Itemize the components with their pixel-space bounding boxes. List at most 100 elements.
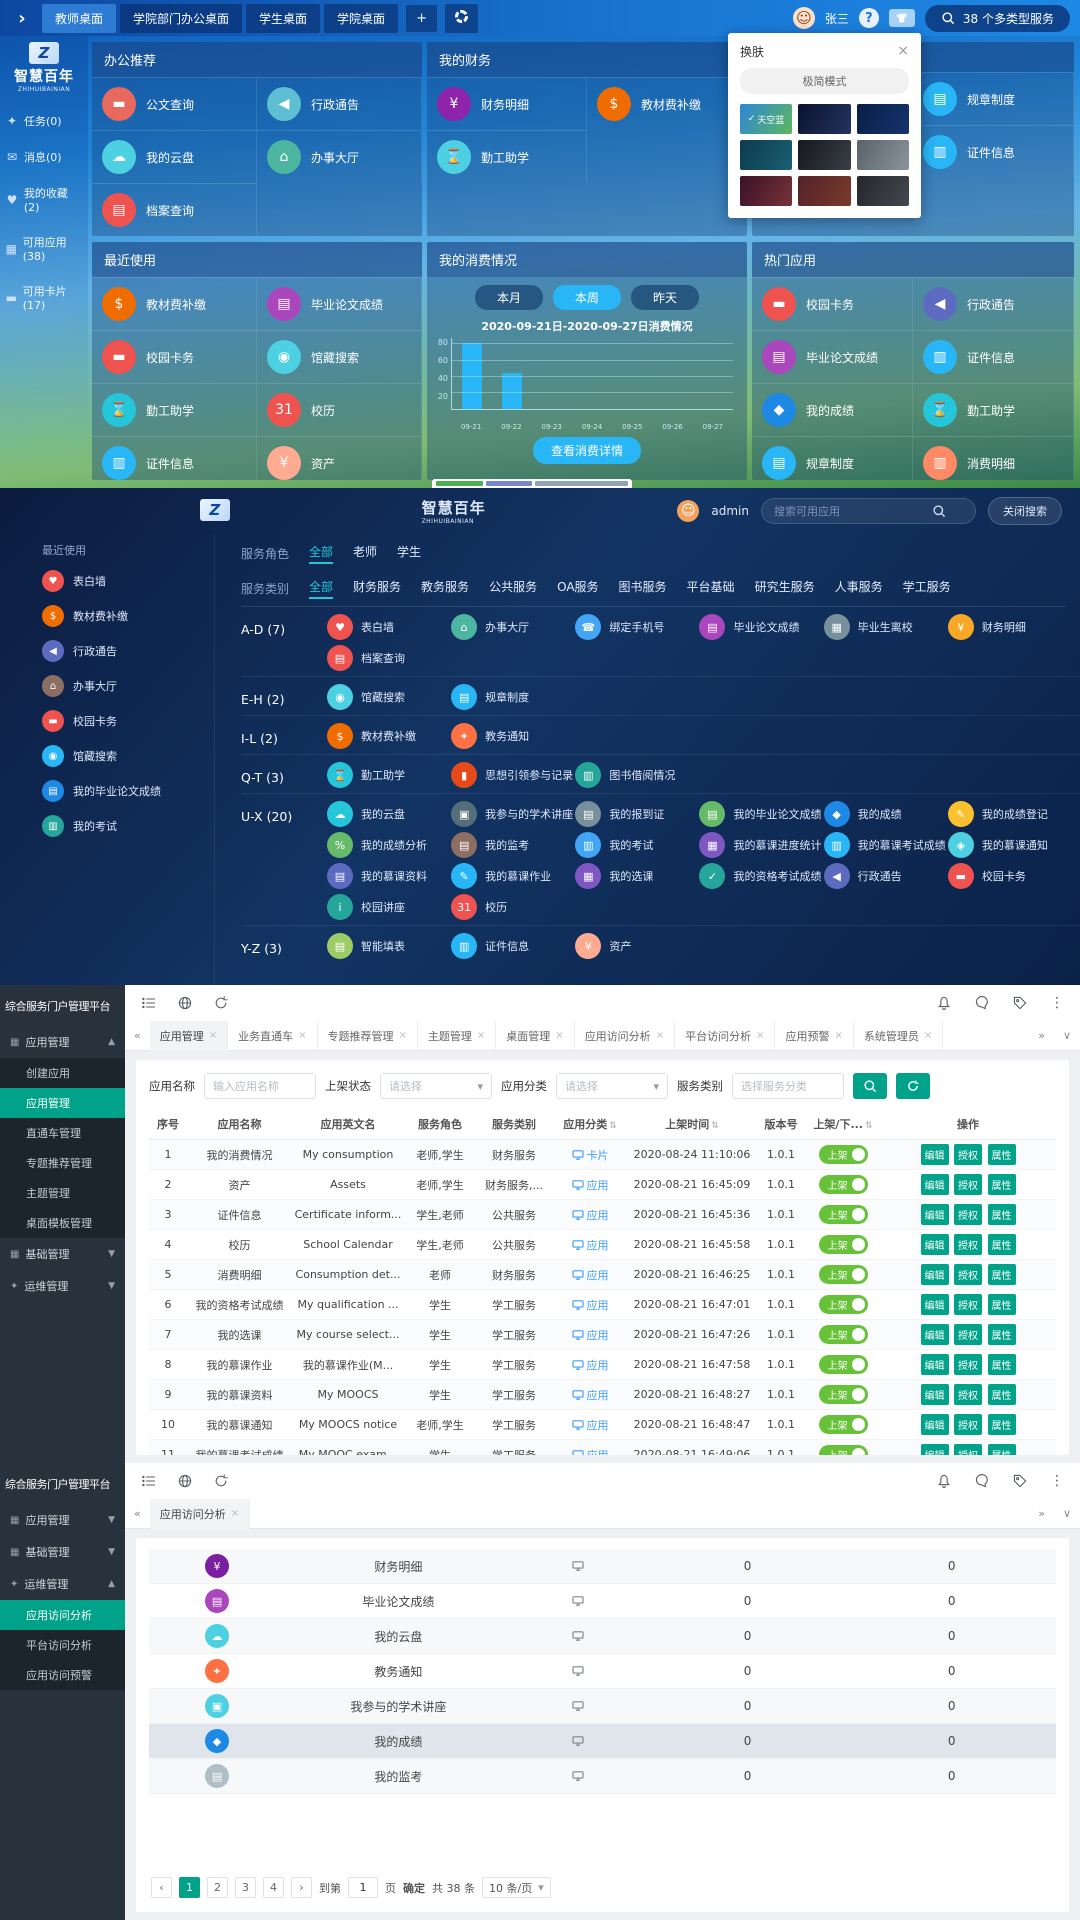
search-button[interactable] [853, 1073, 887, 1099]
category-option[interactable]: 平台基础 [687, 578, 735, 599]
page-size-select[interactable]: 10 条/页 [482, 1877, 551, 1898]
desktop-tab[interactable]: 学院桌面 [324, 4, 398, 33]
app-item[interactable]: ▣ 我参与的学术讲座 [451, 801, 575, 827]
app-item[interactable]: ▥ 我的考试 [575, 832, 699, 858]
app-search-input[interactable] [774, 505, 924, 518]
app-item[interactable]: ¥ 资产 [257, 436, 422, 480]
table-row[interactable]: ◆ 我的成绩 0 0 [149, 1724, 1056, 1759]
app-item[interactable]: ◀ 行政通告 [257, 77, 422, 130]
app-type-link[interactable]: 应用 [572, 1179, 609, 1192]
column-header[interactable]: 应用英文名 [292, 1109, 404, 1140]
help-icon[interactable] [859, 8, 879, 28]
view-consumption-detail-button[interactable]: 查看消费详情 [533, 437, 641, 464]
sidebar-item[interactable]: ▦ 可用应用(38) [0, 224, 88, 273]
edit-button[interactable]: 编辑 [921, 1174, 949, 1195]
recent-app-item[interactable]: ♥ 表白墙 [42, 570, 214, 592]
consumption-period-tab[interactable]: 昨天 [631, 285, 699, 310]
sort-icon[interactable] [607, 1118, 617, 1131]
page-number-button[interactable]: 1 [179, 1877, 200, 1898]
app-type-link[interactable]: 应用 [572, 1329, 609, 1342]
app-item[interactable]: ◈ 我的慕课通知 [948, 832, 1072, 858]
authorize-button[interactable]: 授权 [954, 1204, 982, 1225]
app-item[interactable]: ⌂ 办事大厅 [257, 130, 422, 183]
category-option[interactable]: 图书服务 [619, 578, 667, 599]
column-header[interactable]: 序号 [149, 1109, 187, 1140]
authorize-button[interactable]: 授权 [954, 1294, 982, 1315]
skin-swatch[interactable]: ✓ [740, 140, 792, 170]
category-option[interactable]: 研究生服务 [755, 578, 815, 599]
app-item[interactable]: ▥ 证件信息 [92, 436, 257, 480]
sidebar-subitem[interactable]: 桌面模板管理 [0, 1208, 125, 1238]
table-row[interactable]: 7 我的选课 My course select... 学生 学工服务 应用 20… [149, 1320, 1056, 1350]
app-item[interactable]: ▤ 我的监考 [451, 832, 575, 858]
table-row[interactable]: 10 我的慕课通知 My MOOCS notice 老师,学生 学工服务 应用 … [149, 1410, 1056, 1440]
more-menu-icon[interactable] [1050, 1473, 1064, 1489]
app-item[interactable]: ▥ 证件信息 [913, 330, 1074, 383]
jump-page-input[interactable] [348, 1877, 378, 1898]
table-row[interactable]: ☁ 我的云盘 0 0 [149, 1619, 1056, 1654]
publish-toggle[interactable]: 上架 [819, 1325, 868, 1344]
column-header[interactable]: 操作 [880, 1109, 1056, 1140]
role-option[interactable]: 全部 [309, 543, 333, 564]
category-option[interactable]: 学工服务 [903, 578, 951, 599]
property-button[interactable]: 属性 [988, 1384, 1016, 1405]
app-item[interactable]: ¥ 资产 [575, 933, 699, 959]
close-tab-icon[interactable] [399, 1030, 407, 1041]
app-item[interactable]: ⌂ 办事大厅 [451, 614, 575, 640]
app-item[interactable]: 31 校历 [451, 894, 575, 920]
app-item[interactable]: ▬ 校园卡务 [948, 863, 1072, 889]
bell-icon[interactable] [936, 995, 952, 1011]
app-item[interactable]: ☁ 我的云盘 [327, 801, 451, 827]
publish-toggle[interactable]: 上架 [819, 1415, 868, 1434]
admin-avatar[interactable] [677, 500, 699, 522]
sidebar-group[interactable]: ▦ 应用管理 ▼ [0, 1504, 125, 1536]
app-item[interactable]: ◆ 我的成绩 [752, 383, 913, 436]
app-type-link[interactable]: 卡片 [572, 1149, 609, 1162]
app-item[interactable]: i 校园讲座 [327, 894, 451, 920]
sidebar-item[interactable]: ✉ 消息(0) [0, 139, 88, 175]
sidebar-subitem[interactable]: 主题管理 [0, 1178, 125, 1208]
column-header[interactable]: 服务角色 [404, 1109, 476, 1140]
authorize-button[interactable]: 授权 [954, 1234, 982, 1255]
app-item[interactable]: ▦ 毕业生离校 [824, 614, 948, 640]
app-item[interactable]: ▮ 思想引领参与记录 [451, 762, 575, 788]
collapse-sidebar-icon[interactable] [10, 6, 34, 30]
publish-toggle[interactable]: 上架 [819, 1385, 868, 1404]
admin-tab[interactable]: 应用访问分析 [150, 1499, 250, 1529]
app-item[interactable]: ¥ 财务明细 [427, 77, 587, 130]
property-button[interactable]: 属性 [988, 1294, 1016, 1315]
property-button[interactable]: 属性 [988, 1204, 1016, 1225]
sidebar-item[interactable]: ♥ 我的收藏(2) [0, 175, 88, 224]
app-item[interactable]: ▬ 公文查询 [92, 77, 257, 130]
app-item[interactable]: ¥ 财务明细 [948, 614, 1072, 640]
table-row[interactable]: ▣ 我参与的学术讲座 0 0 [149, 1689, 1056, 1724]
desktop-tab[interactable]: 学生桌面 [246, 4, 320, 33]
app-item[interactable]: ◀ 行政通告 [824, 863, 948, 889]
refresh-button[interactable] [896, 1073, 930, 1099]
service-search[interactable]: 38 个多类型服务 [925, 5, 1070, 32]
edit-button[interactable]: 编辑 [921, 1264, 949, 1285]
app-item[interactable]: ◀ 行政通告 [913, 277, 1074, 330]
property-button[interactable]: 属性 [988, 1444, 1016, 1455]
admin-tab[interactable]: 主题管理 [418, 1021, 496, 1051]
table-row[interactable]: 8 我的慕课作业 我的慕课作业(M... 学生 学工服务 应用 2020-08-… [149, 1350, 1056, 1380]
app-item[interactable]: $ 教材费补缴 [327, 723, 451, 749]
app-item[interactable]: ☎ 绑定手机号 [575, 614, 699, 640]
app-item[interactable]: ✎ 我的慕课作业 [451, 863, 575, 889]
app-type-link[interactable]: 应用 [572, 1449, 609, 1456]
app-item[interactable]: ▥ 我的慕课考试成绩 [824, 832, 948, 858]
sidebar-group[interactable]: ▦ 基础管理 ▼ [0, 1536, 125, 1568]
skin-swatch[interactable]: ✓ [740, 176, 792, 206]
app-item[interactable]: ☁ 我的云盘 [92, 130, 257, 183]
app-item[interactable]: ▬ 校园卡务 [752, 277, 913, 330]
app-item[interactable]: ▦ 我的选课 [575, 863, 699, 889]
app-item[interactable]: ▤ 我的报到证 [575, 801, 699, 827]
app-item[interactable]: ◉ 馆藏搜索 [257, 330, 422, 383]
skin-swatch[interactable]: ✓ [798, 104, 850, 134]
app-item[interactable]: ▤ 规章制度 [451, 684, 575, 710]
desktop-tab[interactable]: 教师桌面 [42, 4, 116, 33]
edit-button[interactable]: 编辑 [921, 1444, 949, 1455]
app-item[interactable]: ◆ 我的成绩 [824, 801, 948, 827]
sidebar-subitem[interactable]: 应用访问预警 [0, 1660, 125, 1690]
app-item[interactable]: ♥ 表白墙 [327, 614, 451, 640]
